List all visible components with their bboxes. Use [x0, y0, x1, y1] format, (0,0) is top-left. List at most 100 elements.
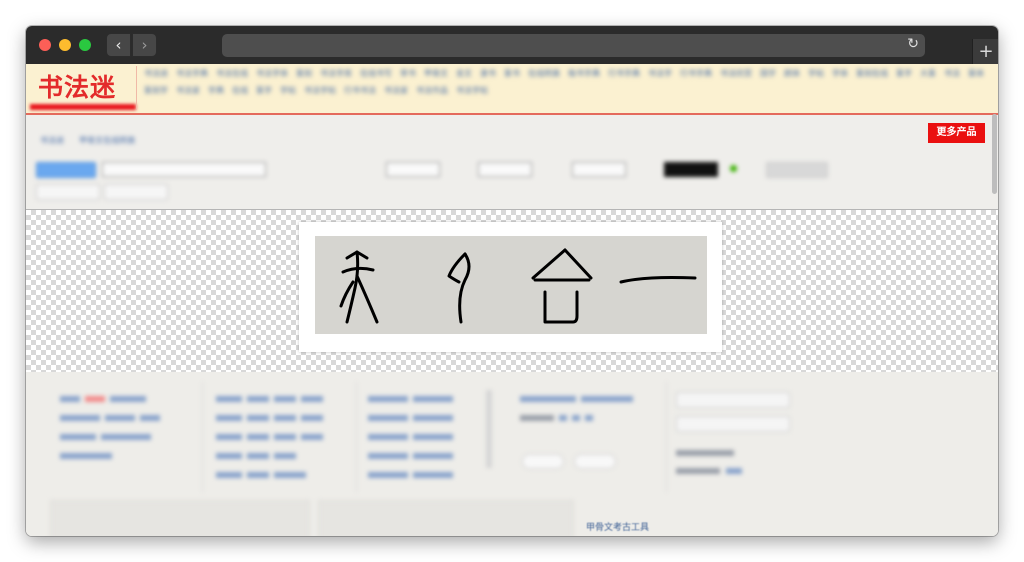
nav-link[interactable]: 行书字典 [608, 68, 640, 79]
nav-link[interactable]: 字帖 [280, 85, 296, 96]
nav-link[interactable]: 篆书 [504, 68, 520, 79]
ad-box-middle [318, 500, 574, 536]
nav-link[interactable]: 行书字典 [680, 68, 712, 79]
nav-link[interactable]: 书法欣赏 [720, 68, 752, 79]
padding-input[interactable] [572, 162, 626, 177]
ad-box-left [50, 500, 310, 536]
glyph-tian [339, 250, 379, 324]
title-bar: ‹ › ↻ + [26, 26, 998, 64]
zoom-window-button[interactable] [79, 39, 91, 51]
nav-link[interactable]: 金文 [456, 68, 472, 79]
nav-link[interactable]: 书法迷 [144, 68, 168, 79]
chevron-left-icon: ‹ [115, 36, 122, 54]
calligraphy-image [315, 236, 707, 334]
preview-card [299, 222, 722, 352]
close-window-button[interactable] [39, 39, 51, 51]
left-pill-button[interactable] [522, 454, 564, 469]
size-note-link[interactable] [726, 468, 742, 474]
generate-image-button[interactable] [36, 184, 100, 200]
color-picker[interactable] [664, 162, 718, 177]
breadcrumb-home[interactable]: 书法迷 [40, 136, 64, 145]
panel-scrollbar[interactable] [486, 390, 492, 468]
nav-link[interactable]: 书法字帖 [304, 85, 336, 96]
nav-link[interactable]: 隶书 [480, 68, 496, 79]
right-pill-button[interactable] [574, 454, 616, 469]
nav-link[interactable]: 书法字帖 [456, 85, 488, 96]
nav-link[interactable]: 书法家 [176, 85, 200, 96]
nav-link[interactable]: 在线书写 [360, 68, 392, 79]
logo-underline-bar [30, 104, 136, 110]
download-image-button[interactable] [104, 184, 168, 200]
nav-link[interactable]: 书法家 [384, 85, 408, 96]
select-image-button[interactable] [676, 416, 790, 432]
glyph-yue [447, 252, 471, 324]
breadcrumb: 书法迷 甲骨文在线转换 [40, 128, 145, 147]
glyph-he [531, 248, 593, 324]
option-checkbox[interactable] [926, 162, 966, 176]
oracle-bone-glyphs [339, 248, 697, 324]
convert-button[interactable] [36, 162, 96, 178]
nav-link[interactable]: 楷书字典 [568, 68, 600, 79]
plus-icon: + [978, 41, 994, 62]
new-tab-button[interactable]: + [972, 39, 998, 64]
background-select[interactable] [766, 162, 828, 178]
site-header: 书法迷 书法迷 书法字典 书法在线 书法字体 篆刻 书法字库 在线书写 草书 甲骨文 金文 隶书 篆书… [26, 64, 998, 114]
nav-link[interactable]: 篆刻字 [144, 85, 168, 96]
header-divider [136, 66, 137, 110]
more-products-button[interactable]: 更多产品 [928, 123, 985, 143]
nav-link[interactable]: 书法字 [648, 68, 672, 79]
nav-link[interactable]: 篆刻 [296, 68, 312, 79]
nav-link[interactable]: 在线转换 [528, 68, 560, 79]
nav-link[interactable]: 甲骨文 [424, 68, 448, 79]
spacing-input[interactable] [478, 162, 532, 177]
nav-link[interactable]: 书法作品 [416, 85, 448, 96]
nav-link[interactable]: 书法字库 [320, 68, 352, 79]
nav-link[interactable]: 大篆 [920, 68, 936, 79]
font-list-panel [216, 394, 346, 489]
upload-image-button[interactable] [676, 392, 790, 408]
nav-link[interactable]: 书法字典 [176, 68, 208, 79]
breadcrumb-current[interactable]: 甲骨文在线转换 [79, 136, 135, 145]
file-format-text [676, 450, 734, 456]
address-bar[interactable]: ↻ [222, 34, 925, 57]
minimize-window-button[interactable] [59, 39, 71, 51]
nav-link[interactable]: 篆字 [256, 85, 272, 96]
nav-link[interactable]: 国学 [760, 68, 776, 79]
nav-link[interactable]: 草书 [400, 68, 416, 79]
site-nav-links: 书法迷 书法字典 书法在线 书法字体 篆刻 书法字库 在线书写 草书 甲骨文 金文 隶书 篆书 在线转换… [144, 68, 989, 96]
bottom-panels: 甲骨文考古工具 [26, 372, 998, 536]
size-note-text [676, 468, 720, 474]
browser-window: ‹ › ↻ + 书法迷 书法迷 书法字典 书法在线 书法字体 篆刻 书法字库 在线书写 草书甲… [26, 26, 998, 536]
nav-link[interactable]: 书法在线 [216, 68, 248, 79]
green-status-dot [730, 165, 737, 172]
site-logo[interactable]: 书法迷 [38, 68, 116, 104]
page-scrollbar[interactable] [992, 114, 997, 194]
panel-divider [202, 382, 203, 492]
share-panel [520, 394, 670, 432]
nav-link[interactable]: 篆刻在线 [856, 68, 888, 79]
footer-link[interactable]: 甲骨文考古工具 [586, 520, 649, 533]
text-input[interactable] [102, 162, 266, 177]
reload-icon[interactable]: ↻ [907, 36, 919, 52]
nav-link[interactable]: 书法 [944, 68, 960, 79]
nav-link[interactable]: 字帖 [808, 68, 824, 79]
header-red-rule [26, 113, 998, 115]
back-button[interactable]: ‹ [106, 33, 131, 57]
preview-canvas [26, 209, 998, 373]
tools-panel [368, 394, 478, 489]
nav-link[interactable]: 书法字体 [256, 68, 288, 79]
panel-divider [356, 382, 357, 492]
chevron-right-icon: › [141, 36, 148, 54]
nav-link[interactable]: 在线 [232, 85, 248, 96]
nav-link[interactable]: 字体 [832, 68, 848, 79]
glyph-yi [619, 276, 697, 284]
nav-link[interactable]: 行书书法 [344, 85, 376, 96]
size-input[interactable] [386, 162, 440, 177]
converter-toolbar-row-2 [36, 184, 986, 200]
nav-link[interactable]: 字典 [208, 85, 224, 96]
nav-link[interactable]: 篆字 [896, 68, 912, 79]
nav-link[interactable]: 颜体 [784, 68, 800, 79]
nav-link[interactable]: 篆体 [968, 68, 984, 79]
forward-button[interactable]: › [132, 33, 157, 57]
web-page: 书法迷 书法迷 书法字典 书法在线 书法字体 篆刻 书法字库 在线书写 草书 甲骨文 金文 隶书 篆书… [26, 64, 998, 536]
